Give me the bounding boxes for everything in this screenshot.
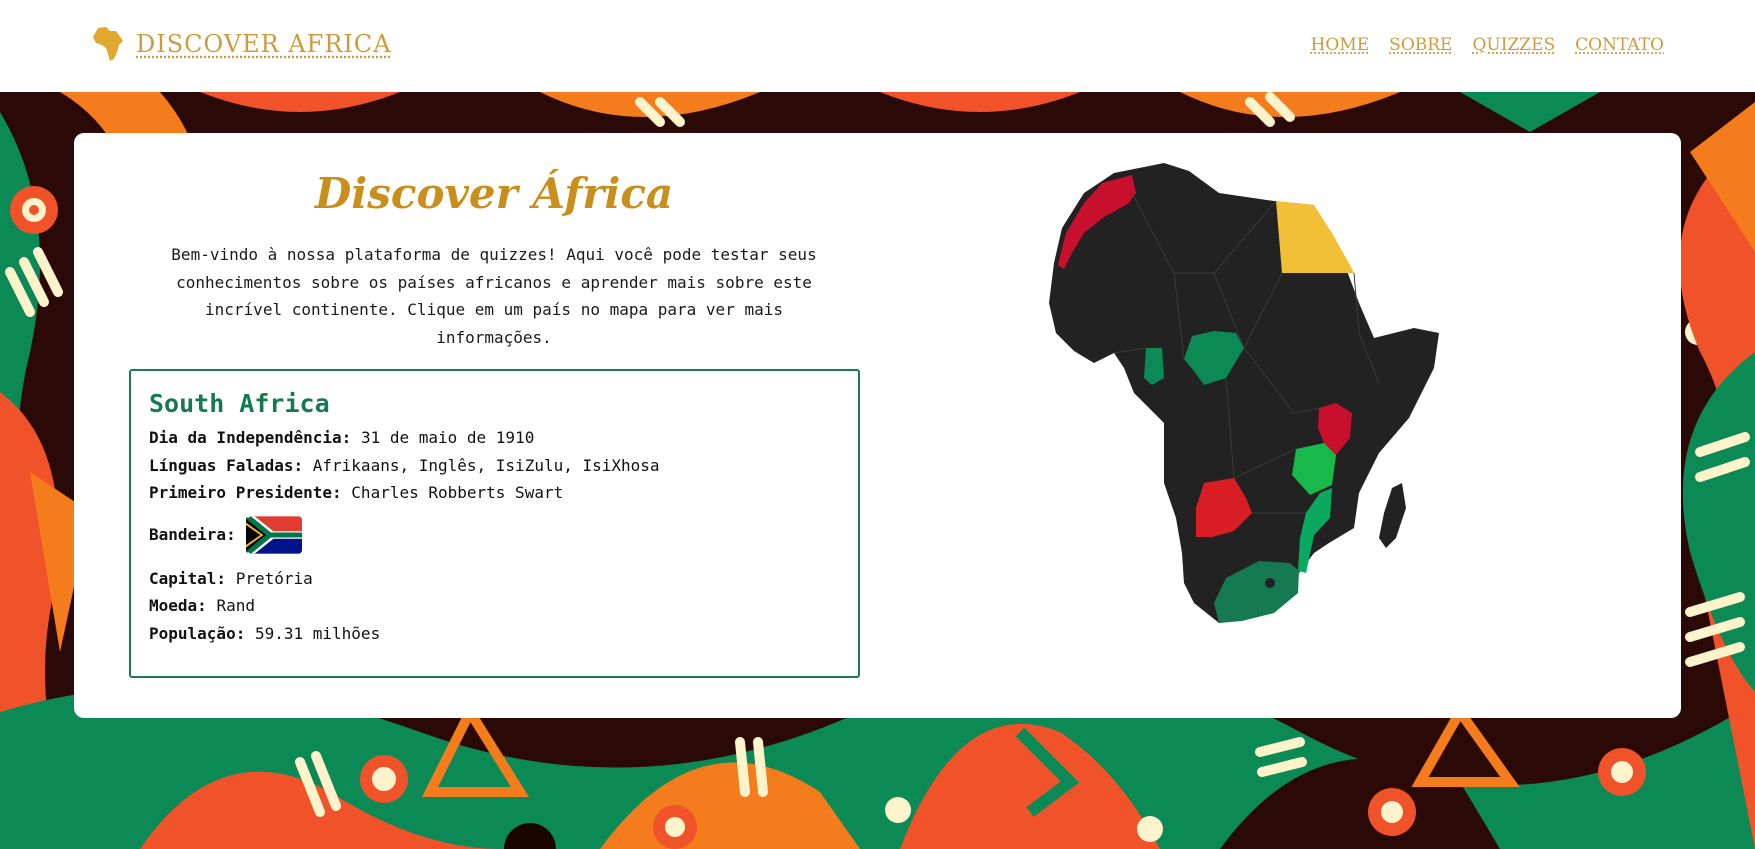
egypt-country[interactable] [1276, 201, 1354, 273]
president-label: Primeiro Presidente: [149, 483, 342, 502]
currency-value: Rand [216, 596, 255, 615]
africa-map[interactable] [1014, 153, 1534, 683]
country-name: South Africa [149, 389, 330, 418]
languages-row: Línguas Faladas: Afrikaans, Inglês, IsiZ… [149, 452, 840, 480]
president-row: Primeiro Presidente: Charles Robberts Sw… [149, 479, 840, 507]
currency-row: Moeda: Rand [149, 592, 840, 620]
capital-row: Capital: Pretória [149, 565, 840, 593]
independence-label: Dia da Independência: [149, 428, 352, 447]
population-value: 59.31 milhões [254, 623, 381, 643]
nav-home-link[interactable]: HOME [1311, 35, 1370, 55]
population-row: População: 59.31 milhões [149, 620, 840, 648]
main-card: Discover África Bem-vindo à nossa plataf… [74, 133, 1681, 718]
capital-label: Capital: [149, 568, 227, 588]
ghana-country[interactable] [1144, 348, 1164, 385]
africa-continent[interactable] [1049, 163, 1439, 623]
main-nav: HOME SOBRE QUIZZES CONTATO [1311, 35, 1664, 55]
flag-label: Bandeira: [149, 524, 236, 544]
brand-logo[interactable]: DISCOVER AFRICA [92, 26, 392, 62]
population-label: População: [149, 623, 246, 643]
independence-value: 31 de maio de 1910 [360, 428, 535, 447]
capital-value: Pretória [235, 568, 313, 588]
nav-quizzes-link[interactable]: QUIZZES [1472, 35, 1555, 55]
intro-text: Bem-vindo à nossa plataforma de quizzes!… [171, 245, 817, 347]
languages-label: Línguas Faladas: [149, 455, 304, 475]
south-africa-flag-icon [245, 515, 302, 554]
president-value: Charles Robberts Swart [351, 483, 564, 502]
currency-label: Moeda: [149, 596, 207, 615]
independence-row: Dia da Independência: 31 de maio de 1910 [149, 424, 840, 452]
nav-contato-link[interactable]: CONTATO [1575, 35, 1664, 55]
lesotho-country[interactable] [1265, 578, 1275, 588]
nav-sobre-link[interactable]: SOBRE [1389, 35, 1452, 55]
country-info-panel: South Africa Dia da Independência: 31 de… [129, 369, 860, 678]
africa-logo-icon [93, 27, 123, 61]
flag-row: Bandeira: [149, 510, 840, 560]
top-header: DISCOVER AFRICA HOME SOBRE QUIZZES CONTA… [0, 0, 1755, 92]
brand-name: DISCOVER AFRICA [136, 30, 392, 58]
languages-value: Afrikaans, Inglês, IsiZulu, IsiXhosa [312, 455, 660, 475]
madagascar-country[interactable] [1379, 483, 1406, 548]
page-title: Discover África [314, 169, 674, 218]
